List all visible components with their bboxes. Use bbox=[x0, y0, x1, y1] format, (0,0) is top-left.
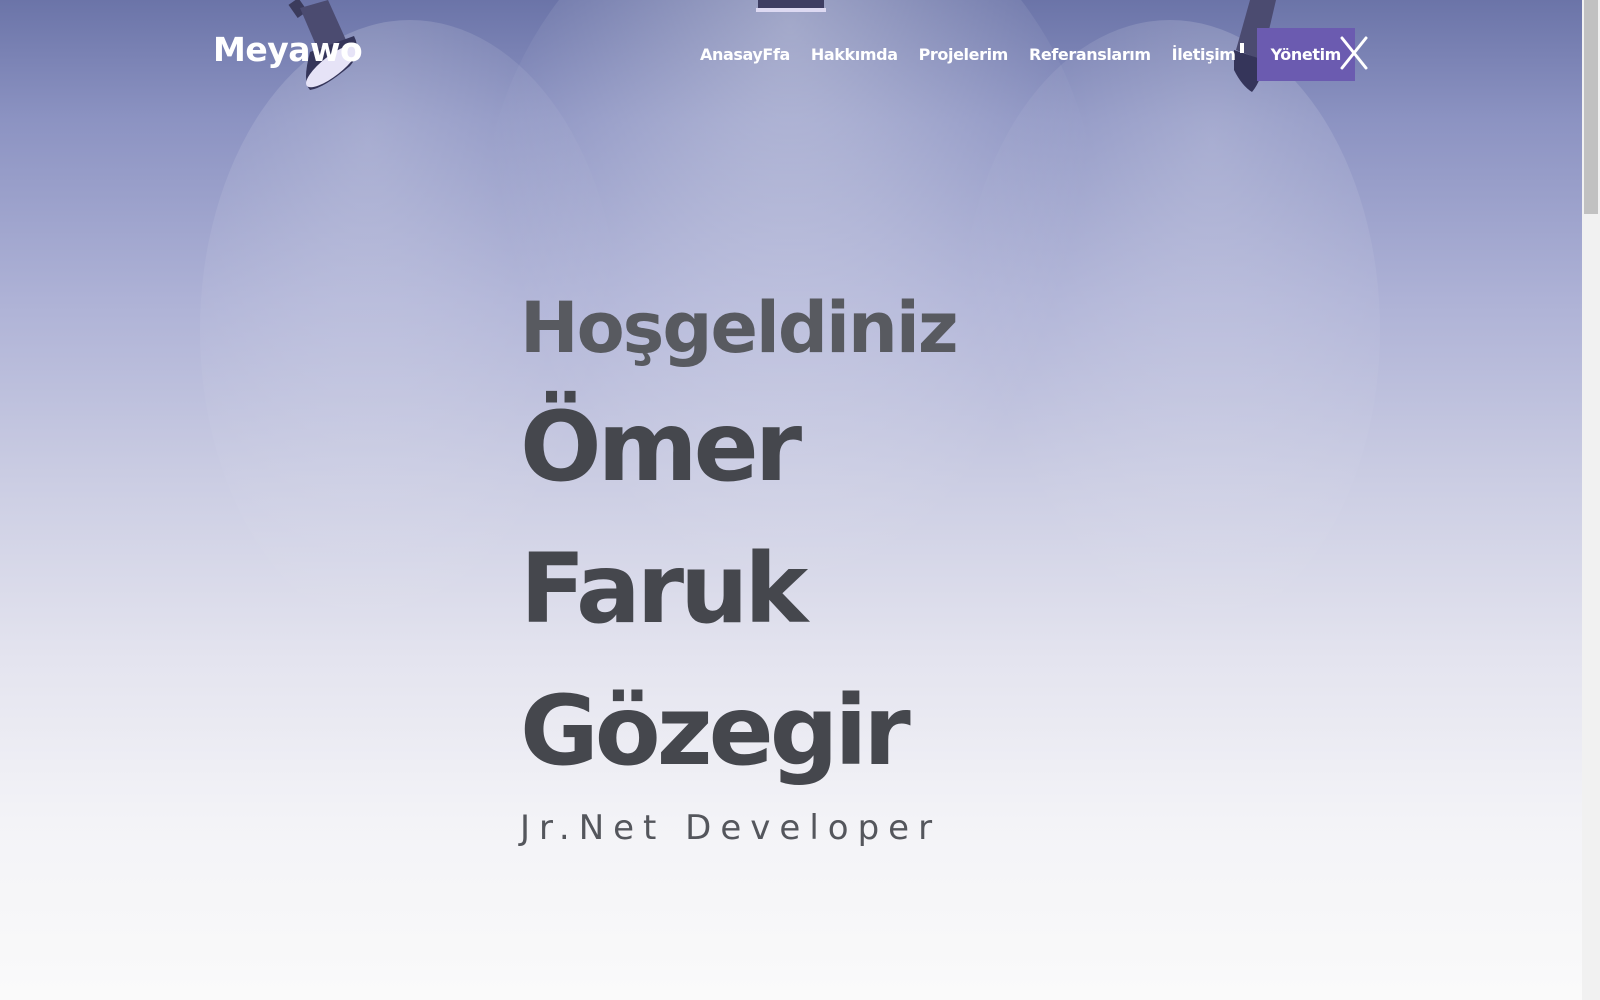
hero-role: Jr.Net Developer bbox=[520, 808, 942, 848]
page: Meyawo AnasayFfa Hakkımda Projelerim Ref… bbox=[0, 0, 1582, 1000]
scrollbar-thumb[interactable] bbox=[1584, 0, 1598, 214]
site-logo[interactable]: Meyawo bbox=[213, 30, 363, 69]
page-scrollbar[interactable] bbox=[1582, 0, 1600, 1000]
hero-section: Hoşgeldiniz Ömer Faruk Gözegir Jr.Net De… bbox=[520, 280, 1040, 848]
nav-item-references[interactable]: Referanslarım bbox=[1029, 45, 1151, 64]
hero-greeting: Hoşgeldiniz bbox=[520, 287, 959, 369]
nav-item-contact[interactable]: İletişim bbox=[1172, 45, 1236, 64]
nav-item-partial bbox=[1239, 42, 1244, 53]
nav-item-home[interactable]: AnasayFfa bbox=[700, 45, 790, 64]
nav-item-about[interactable]: Hakkımda bbox=[811, 45, 898, 64]
nav-item-projects[interactable]: Projelerim bbox=[919, 45, 1009, 64]
spotlight-lamp-center-icon bbox=[756, 0, 826, 12]
main-nav: AnasayFfa Hakkımda Projelerim Referansla… bbox=[700, 28, 1355, 81]
hero-name: Ömer Faruk Gözegir bbox=[520, 391, 911, 787]
close-icon[interactable] bbox=[1340, 36, 1368, 70]
